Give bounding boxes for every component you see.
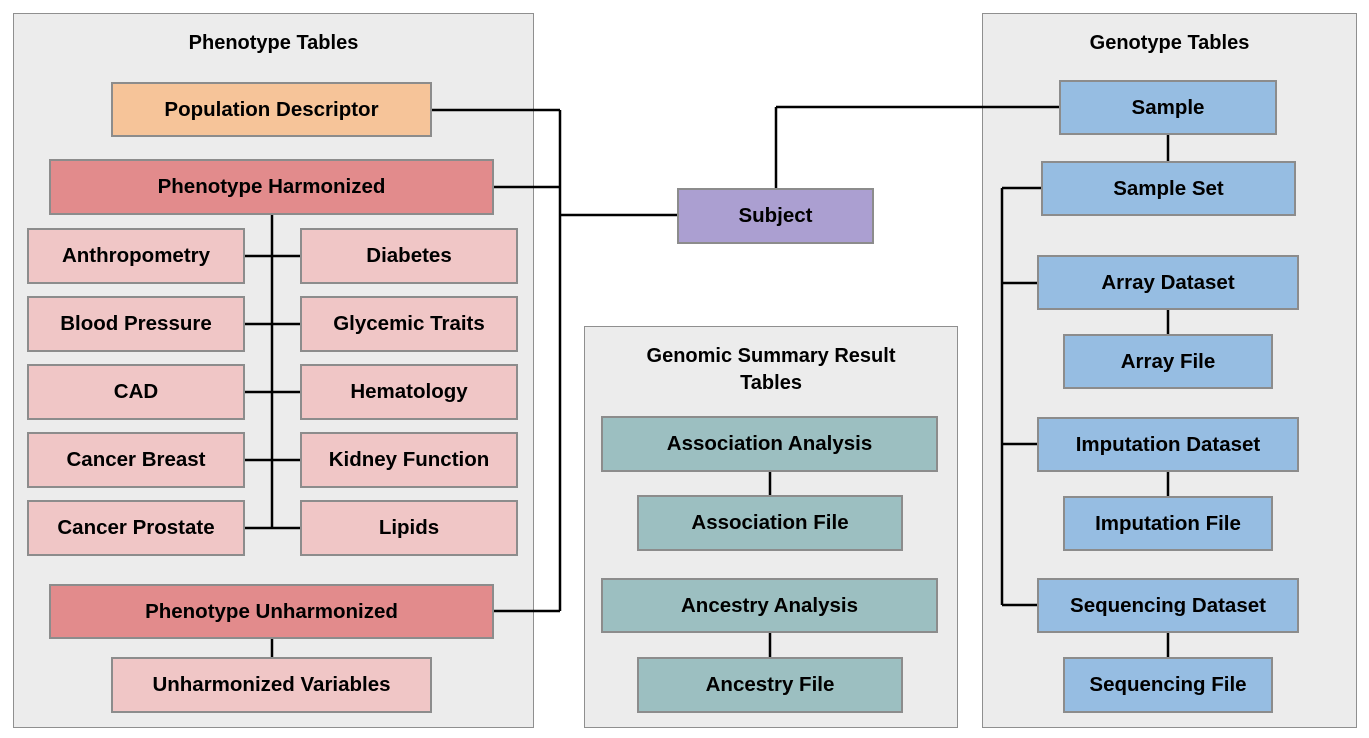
table-box-unharmonized-variables: Unharmonized Variables <box>111 657 432 713</box>
table-box-ancestry-file: Ancestry File <box>637 657 903 713</box>
table-box-lipids: Lipids <box>300 500 518 556</box>
table-box-phenotype-unharmonized: Phenotype Unharmonized <box>49 584 494 639</box>
schema-diagram: Phenotype Tables Genomic Summary Result … <box>0 0 1369 738</box>
table-box-association-file: Association File <box>637 495 903 551</box>
table-box-population-descriptor: Population Descriptor <box>111 82 432 137</box>
table-box-subject: Subject <box>677 188 874 244</box>
table-box-sequencing-dataset: Sequencing Dataset <box>1037 578 1299 633</box>
table-box-hematology: Hematology <box>300 364 518 420</box>
table-box-sample: Sample <box>1059 80 1277 135</box>
table-box-imputation-dataset: Imputation Dataset <box>1037 417 1299 472</box>
table-box-array-dataset: Array Dataset <box>1037 255 1299 310</box>
table-box-sequencing-file: Sequencing File <box>1063 657 1273 713</box>
table-box-cancer-breast: Cancer Breast <box>27 432 245 488</box>
table-box-imputation-file: Imputation File <box>1063 496 1273 551</box>
table-box-blood-pressure: Blood Pressure <box>27 296 245 352</box>
table-box-kidney-function: Kidney Function <box>300 432 518 488</box>
table-box-sample-set: Sample Set <box>1041 161 1296 216</box>
table-box-cancer-prostate: Cancer Prostate <box>27 500 245 556</box>
table-box-phenotype-harmonized: Phenotype Harmonized <box>49 159 494 215</box>
table-box-anthropometry: Anthropometry <box>27 228 245 284</box>
table-box-array-file: Array File <box>1063 334 1273 389</box>
table-box-glycemic-traits: Glycemic Traits <box>300 296 518 352</box>
table-box-diabetes: Diabetes <box>300 228 518 284</box>
table-box-association-analysis: Association Analysis <box>601 416 938 472</box>
table-box-cad: CAD <box>27 364 245 420</box>
table-box-ancestry-analysis: Ancestry Analysis <box>601 578 938 633</box>
